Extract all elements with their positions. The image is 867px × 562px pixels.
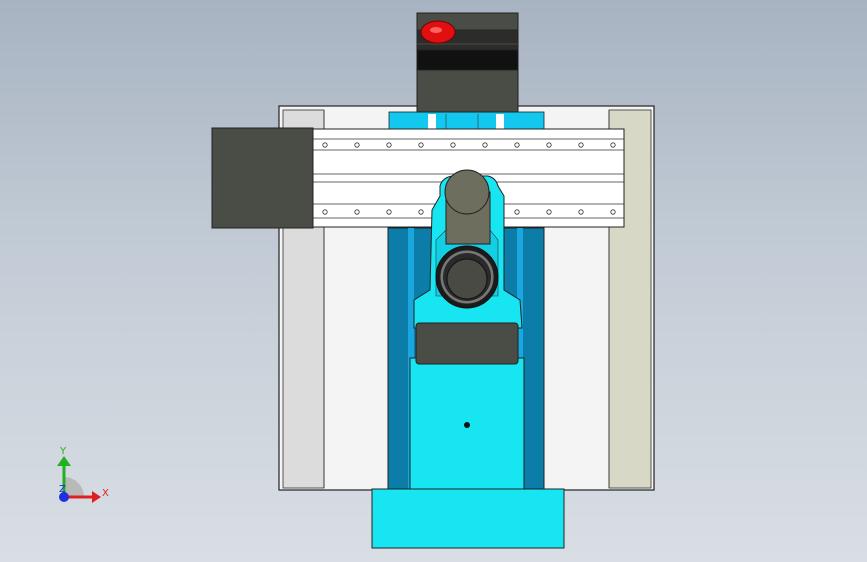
clamp-block[interactable] [415,322,519,365]
triad-label-z: Z [59,484,66,495]
triad-label-x: X [102,488,109,499]
top-rail-block[interactable] [388,111,545,131]
triad-label-y: Y [59,446,67,457]
bottom-end-block[interactable] [371,488,565,549]
spindle-chuck-inner [446,258,488,300]
table-center-hole [464,422,470,428]
orientation-triad[interactable]: X Y Z [57,446,109,503]
x-motor-housing[interactable] [211,127,314,229]
spindle-motor-cap[interactable] [444,169,490,215]
cad-viewport[interactable]: X Y Z [0,0,867,562]
